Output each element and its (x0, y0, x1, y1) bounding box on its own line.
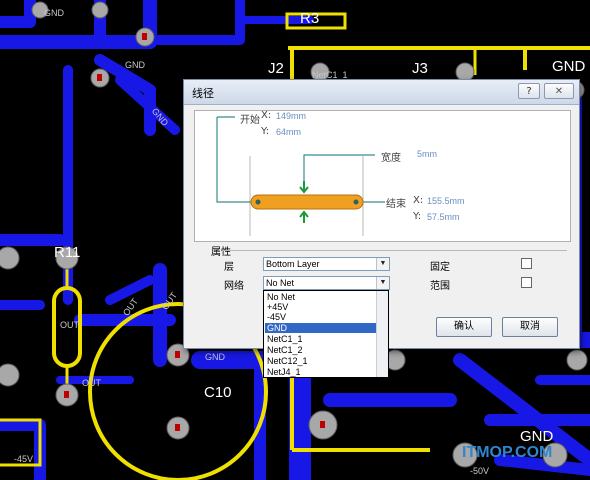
net-option[interactable]: NetJ4_1 (265, 367, 377, 377)
dialog-titlebar[interactable]: 线径 ? ✕ (184, 80, 579, 105)
start-label: 开始 (240, 115, 260, 126)
net-label-out: OUT (60, 320, 79, 330)
net-option[interactable]: -45V (265, 312, 377, 322)
chevron-down-icon[interactable]: ▼ (376, 258, 389, 270)
width-label: 宽度 (381, 153, 401, 164)
designator-r11: R11 (54, 244, 81, 261)
net-label-gnd: GND (125, 60, 145, 70)
net-label-minus45v: -45V (14, 454, 34, 464)
fixed-checkbox[interactable] (521, 258, 532, 269)
net-option[interactable]: +45V (265, 302, 377, 312)
chevron-down-icon[interactable]: ▼ (376, 277, 389, 289)
help-button[interactable]: ? (518, 83, 540, 99)
start-y-label: Y: (261, 126, 270, 137)
cancel-button[interactable]: 取消 (502, 317, 558, 337)
net-label-gnd: GND (44, 8, 64, 18)
start-x-label: X: (261, 110, 272, 121)
net-select-value: No Net (266, 278, 295, 288)
end-y-value: 57.5mm (427, 212, 460, 222)
net-select[interactable]: No Net ▼ (263, 276, 390, 290)
net-label: 网络 (224, 281, 244, 292)
layer-label: 层 (224, 262, 234, 273)
net-option[interactable]: NetC1_1 (265, 334, 377, 344)
net-dropdown-list[interactable]: No Net +45V -45V GND NetC1_1 NetC1_2 Net… (263, 290, 389, 378)
designator-c10: C10 (204, 384, 232, 401)
trace-preview-panel: 开始 X: 149mm Y: 64mm 宽度 5mm 结束 X: 155.5mm… (194, 110, 571, 242)
width-value: 5mm (417, 149, 437, 159)
layer-select-value: Bottom Layer (266, 259, 320, 269)
end-x-label: X: (413, 195, 424, 206)
dropdown-scrollbar[interactable] (376, 291, 388, 377)
range-checkbox[interactable] (521, 277, 532, 288)
close-button[interactable]: ✕ (544, 83, 574, 99)
end-x-value: 155.5mm (427, 196, 465, 206)
end-label: 结束 (386, 199, 406, 210)
net-option[interactable]: NetC12_1 (265, 356, 377, 366)
net-label-gnd: GND (520, 428, 554, 445)
designator-j3: J3 (412, 60, 428, 77)
watermark: ITMOP.COM (462, 444, 553, 461)
start-y-value: 64mm (276, 127, 302, 137)
net-label-gnd: GND (552, 58, 586, 75)
fixed-label: 固定 (430, 262, 450, 273)
net-option[interactable]: NetC1_2 (265, 345, 377, 355)
start-x-value: 149mm (276, 111, 307, 121)
designator-j2: J2 (268, 60, 284, 77)
group-divider (222, 250, 567, 251)
net-option-selected[interactable]: GND (265, 323, 377, 333)
net-label-minus50v: -50V (470, 466, 490, 476)
trace-preview-diagram (216, 116, 385, 236)
end-y-label: Y: (413, 211, 422, 222)
net-label-gnd: GND (205, 352, 225, 362)
layer-select[interactable]: Bottom Layer ▼ (263, 257, 390, 271)
net-label-out: OUT (82, 378, 101, 388)
net-option[interactable]: No Net (265, 292, 377, 302)
ok-button[interactable]: 确认 (436, 317, 492, 337)
range-label: 范围 (430, 281, 450, 292)
designator-r3: R3 (300, 10, 320, 27)
dialog-title: 线径 (192, 87, 214, 100)
